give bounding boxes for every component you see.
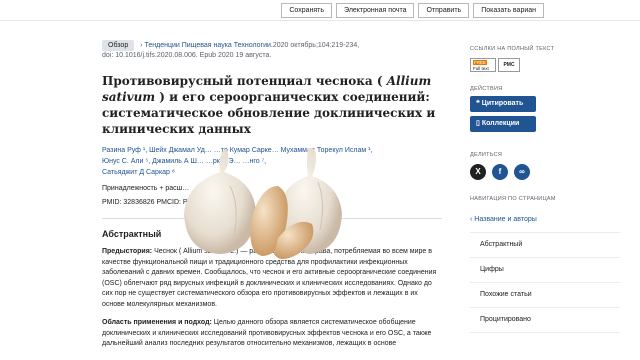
fulltext-links: FREE Full text PMC bbox=[470, 58, 620, 72]
toolbar-divider bbox=[0, 20, 640, 21]
facebook-icon[interactable]: f bbox=[492, 164, 508, 180]
actions-label: ДЕЙСТВИЯ bbox=[470, 86, 503, 92]
page-title: Противовирусный потенциал чеснока ( Alli… bbox=[102, 74, 436, 136]
collections-button[interactable]: ▯ Коллекции bbox=[470, 116, 536, 132]
x-icon[interactable]: X bbox=[470, 164, 486, 180]
journal-link[interactable]: Тенденции Пищевая наука Технологии. bbox=[144, 42, 272, 49]
nav-item-similar-articles[interactable]: Похожие статьи bbox=[470, 283, 620, 308]
nav-item-figures[interactable]: Цифры bbox=[470, 258, 620, 283]
abstract-scope: Область применения и подход: Целью данно… bbox=[102, 319, 432, 347]
chevron-right-icon: › bbox=[140, 42, 143, 49]
save-button[interactable]: Сохранять bbox=[281, 2, 333, 18]
link-icon[interactable]: ∞ bbox=[514, 164, 530, 180]
page-navigation-label: НАВИГАЦИЯ ПО СТРАНИЦАМ bbox=[470, 196, 556, 202]
elsevier-fulltext-link[interactable]: FREE Full text bbox=[470, 58, 496, 72]
top-toolbar: Сохранять Электронная почта Отправить По… bbox=[0, 0, 640, 21]
bookmark-icon: ▯ bbox=[476, 120, 480, 127]
send-button[interactable]: Отправить bbox=[418, 2, 470, 18]
share-label: ДЕЛИТЬСЯ bbox=[470, 152, 503, 158]
cite-button[interactable]: ❝ Цитировать bbox=[470, 96, 536, 112]
nav-item-cited-by[interactable]: Процитировано bbox=[470, 308, 620, 333]
sidebar: ССЫЛКИ НА ПОЛНЫЙ ТЕКСТ FREE Full text PM… bbox=[470, 46, 620, 333]
citation-text: 2020 октябрь;104:219-234, bbox=[272, 42, 360, 49]
pmc-link[interactable]: PMC bbox=[498, 58, 520, 72]
nav-item-abstract[interactable]: Абстрактный bbox=[470, 233, 620, 258]
fulltext-label: ССЫЛКИ НА ПОЛНЫЙ ТЕКСТ bbox=[470, 46, 555, 52]
page-navigation: ‹ Название и авторы Абстрактный Цифры По… bbox=[470, 208, 620, 333]
nav-item-title-authors[interactable]: ‹ Название и авторы bbox=[470, 208, 620, 233]
garlic-image bbox=[184, 148, 342, 259]
citation-line: Обзор › Тенденции Пищевая наука Технолог… bbox=[102, 40, 442, 51]
quote-icon: ❝ bbox=[476, 100, 480, 107]
chevron-up-icon: ‹ bbox=[470, 216, 473, 223]
doi-line: doi: 10.1016/j.tifs.2020.08.006. Epub 20… bbox=[102, 52, 272, 59]
display-options-button[interactable]: Показать вариан bbox=[473, 2, 544, 18]
share-buttons: X f ∞ bbox=[470, 164, 620, 180]
email-button[interactable]: Электронная почта bbox=[336, 2, 415, 18]
review-badge: Обзор bbox=[102, 40, 135, 51]
